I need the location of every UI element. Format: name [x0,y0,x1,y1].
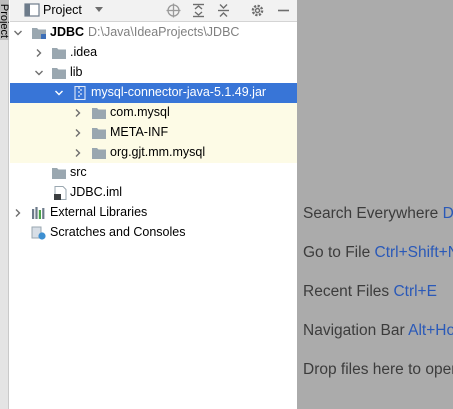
chevron-down-icon[interactable] [13,28,23,38]
tree-item-src[interactable]: src [10,163,297,183]
tree-item-package[interactable]: org.gjt.mm.mysql [10,143,297,163]
chevron-right-icon[interactable] [73,128,83,138]
project-tool-tab-label: Project [0,3,9,39]
tree-item-jar[interactable]: mysql-connector-java-5.1.49.jar [10,83,297,103]
tree-item-idea[interactable]: .idea [10,43,297,63]
chevron-right-icon[interactable] [73,148,83,158]
folder-icon [92,148,106,159]
tree-item-package-label: com.mysql [110,105,170,119]
tree-item-scratches-label: Scratches and Consoles [50,225,186,239]
tree-item-package[interactable]: META-INF [10,123,297,143]
hint-shortcut: Ctrl+Shift+N [374,244,453,261]
tree-item-root-label: JDBC [50,25,85,39]
folder-icon [92,108,106,119]
tree-item-jar-label: mysql-connector-java-5.1.49.jar [91,85,267,99]
chevron-right-icon[interactable] [73,108,83,118]
tree-item-package-label: META-INF [110,125,169,139]
tree-item-src-label: src [70,165,87,179]
scratches-icon [31,226,46,240]
dropdown-chevron-icon[interactable] [94,6,104,14]
minimize-icon[interactable] [276,3,291,18]
module-folder-icon [32,28,46,39]
hint-shortcut: Alt+Home [408,322,453,339]
folder-icon [92,128,106,139]
project-tool-tab[interactable]: Project [0,0,9,40]
tool-window-strip: Project [0,0,9,409]
hint-shortcut: Double Shift [442,205,453,222]
hint-go-to-file: Go to File Ctrl+Shift+N [303,244,453,262]
chevron-down-icon[interactable] [54,88,64,98]
tree-item-external-libraries[interactable]: External Libraries [10,203,297,223]
folder-icon [52,168,66,179]
hint-recent-files: Recent Files Ctrl+E [303,283,437,300]
tree-item-package[interactable]: com.mysql [10,103,297,123]
tree-item-root-path: D:\Java\IdeaProjects\JDBC [88,25,240,39]
folder-icon [52,48,66,59]
project-icon [24,3,40,17]
tree-item-package-label: org.gjt.mm.mysql [110,145,206,159]
tree-item-scratches[interactable]: Scratches and Consoles [10,223,297,243]
tree-item-external-libraries-label: External Libraries [50,205,148,219]
tree-item-idea-label: .idea [70,45,98,59]
folder-icon [52,68,66,79]
expand-all-icon[interactable] [191,3,206,18]
hint-shortcut: Ctrl+E [393,283,437,300]
jar-archive-icon [74,86,86,100]
editor-empty-area: Search Everywhere Double Shift Go to Fil… [297,0,453,409]
chevron-right-icon[interactable] [34,48,44,58]
module-file-icon [54,186,67,200]
tree-item-lib[interactable]: lib [10,63,297,83]
locate-icon[interactable] [166,3,181,18]
tree-item-lib-label: lib [70,65,83,79]
collapse-all-icon[interactable] [216,3,231,18]
panel-title[interactable]: Project [43,3,82,17]
hint-navigation-bar: Navigation Bar Alt+Home [303,322,453,340]
chevron-right-icon[interactable] [13,208,23,218]
gear-icon[interactable] [250,3,265,18]
project-panel: Project JDBC D:\Java\IdeaProjects\JDBC .… [10,0,297,409]
hint-drop-files: Drop files here to open [303,361,453,378]
project-toolbar: Project [10,0,297,22]
hint-search-everywhere: Search Everywhere Double Shift [303,205,453,223]
tree-item-iml[interactable]: JDBC.iml [10,183,297,203]
libraries-icon [32,207,45,219]
tree-item-root[interactable]: JDBC D:\Java\IdeaProjects\JDBC [10,23,297,43]
chevron-down-icon[interactable] [34,68,44,78]
tree-item-iml-label: JDBC.iml [70,185,123,199]
